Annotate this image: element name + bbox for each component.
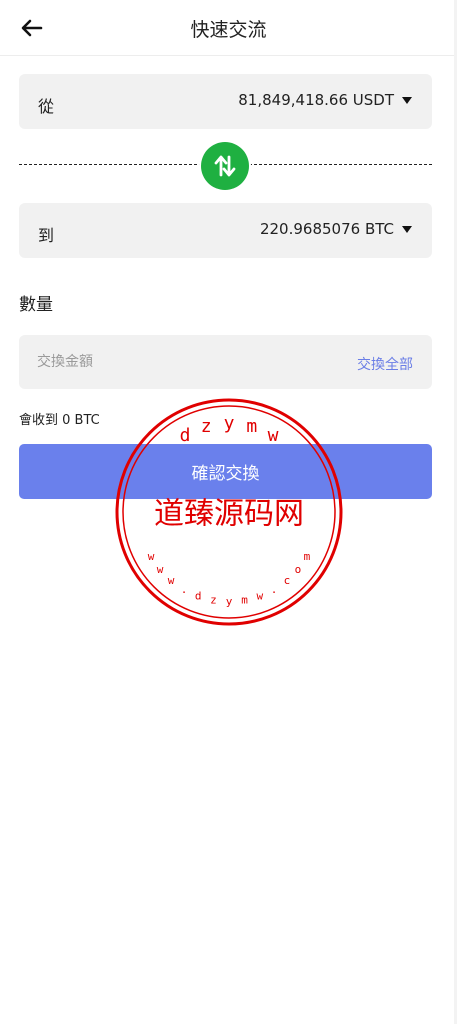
watermark-char: d bbox=[180, 425, 191, 446]
watermark-char: m bbox=[246, 416, 257, 437]
page-title: 快速交流 bbox=[190, 19, 267, 41]
watermark-char: c bbox=[284, 574, 291, 587]
quantity-title: 數量 bbox=[19, 295, 53, 315]
watermark-bottom-text: www.d z y m w.com bbox=[148, 550, 311, 608]
stamp-inner-ring bbox=[122, 405, 336, 619]
confirm-exchange-button[interactable]: 確認交換 bbox=[19, 444, 432, 499]
watermark-char: z bbox=[210, 594, 217, 607]
watermark-char: w bbox=[148, 550, 155, 563]
swap-button[interactable] bbox=[201, 142, 249, 190]
watermark-char: w bbox=[157, 563, 164, 576]
watermark-char: w bbox=[268, 425, 279, 446]
receive-amount: 會收到 0 BTC bbox=[19, 413, 100, 428]
watermark-char: o bbox=[295, 563, 302, 576]
watermark-main-text: 道臻源码网 bbox=[154, 497, 304, 532]
amount-field: 交換全部 bbox=[19, 335, 432, 389]
to-label: 到 bbox=[38, 226, 55, 245]
to-currency-select[interactable]: 220.9685076 BTC bbox=[260, 220, 412, 238]
header-bar: 快速交流 bbox=[0, 0, 457, 56]
watermark-char: y bbox=[226, 595, 233, 608]
watermark-top-text: dzymw bbox=[180, 413, 279, 446]
to-value: 220.9685076 BTC bbox=[259, 220, 394, 238]
watermark-char: . bbox=[181, 583, 188, 596]
watermark-char: y bbox=[224, 413, 235, 434]
from-currency-select[interactable]: 81,849,418.66 USDT bbox=[238, 91, 412, 109]
amount-input[interactable] bbox=[37, 352, 297, 372]
from-label: 從 bbox=[38, 97, 55, 116]
exchange-all-link[interactable]: 交換全部 bbox=[357, 354, 413, 374]
to-card: 到 220.9685076 BTC bbox=[19, 203, 432, 258]
watermark-stamp: 道臻源码网 dzymw www.d z y m w.com bbox=[115, 398, 343, 626]
from-card: 從 81,849,418.66 USDT bbox=[19, 74, 432, 129]
stamp-outer-ring bbox=[115, 398, 343, 626]
confirm-label: 確認交換 bbox=[191, 464, 260, 484]
caret-down-icon bbox=[402, 96, 412, 104]
watermark-char: w bbox=[256, 590, 263, 603]
watermark-char: w bbox=[168, 574, 175, 587]
from-value: 81,849,418.66 USDT bbox=[238, 91, 394, 109]
watermark-char: . bbox=[271, 583, 278, 596]
watermark-char: d bbox=[195, 590, 202, 603]
swap-arrows-icon bbox=[214, 155, 236, 177]
watermark-char: m bbox=[241, 594, 248, 607]
watermark-char: m bbox=[304, 550, 311, 563]
caret-down-icon bbox=[402, 225, 412, 233]
watermark-char: z bbox=[201, 416, 212, 437]
